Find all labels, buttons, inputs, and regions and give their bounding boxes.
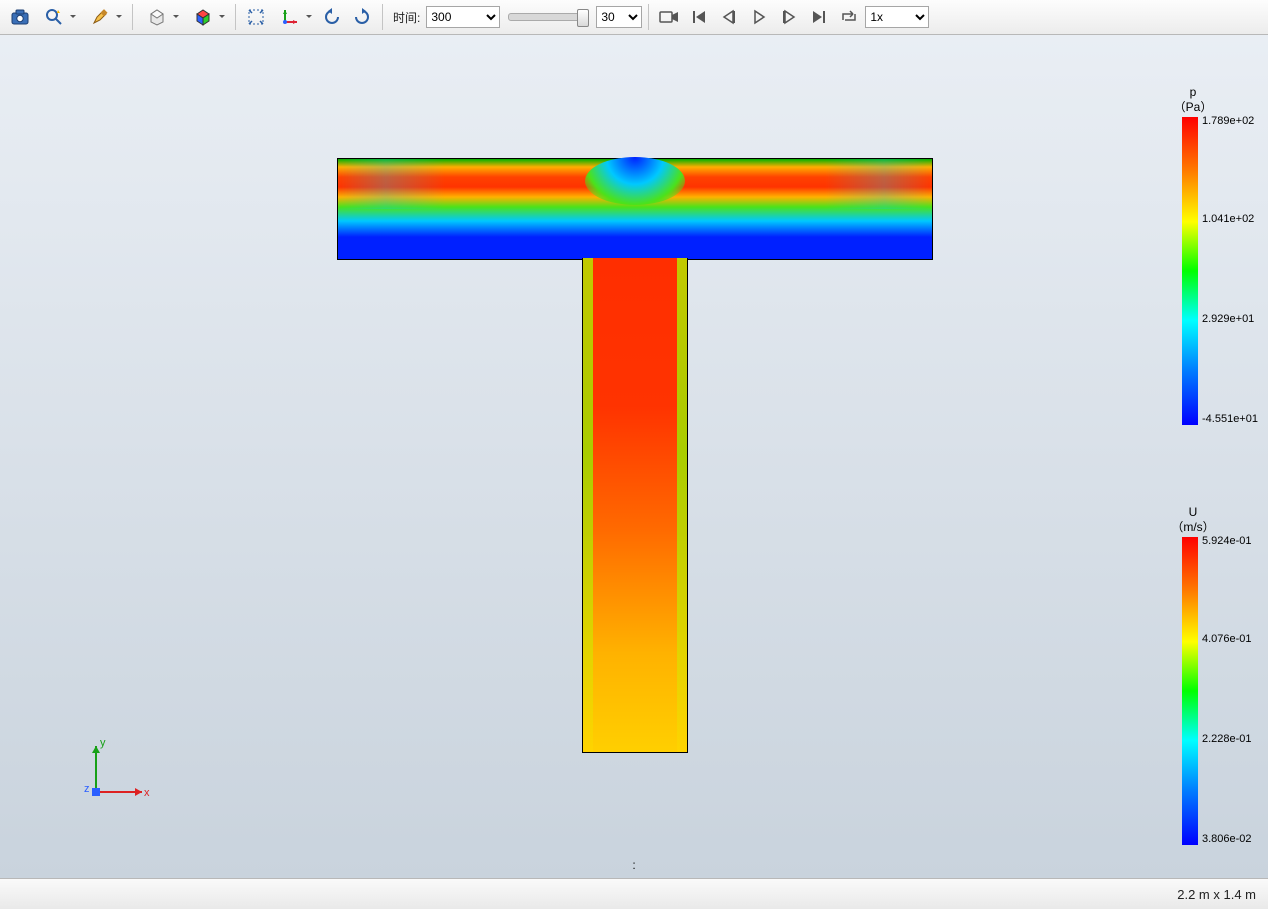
- viewport-colon-label: :: [632, 858, 635, 872]
- legend-velocity: U （m/s） 5.924e-01 4.076e-01 2.228e-01 3.…: [1148, 505, 1238, 845]
- legend-tick: 2.228e-01: [1202, 733, 1252, 745]
- brush-button[interactable]: [82, 3, 126, 31]
- time-select[interactable]: 300: [426, 6, 500, 28]
- legend-tick: 3.806e-02: [1202, 833, 1252, 845]
- colorbar-icon: [1182, 537, 1198, 845]
- colorbar-icon: [1182, 117, 1198, 425]
- legend-tick: 2.929e+01: [1202, 313, 1254, 325]
- svg-text:x: x: [144, 787, 150, 799]
- axes-orientation-button[interactable]: [272, 3, 316, 31]
- zoom-magic-button[interactable]: [36, 3, 80, 31]
- legend-tick: -4.551e+01: [1202, 413, 1258, 425]
- separator: [648, 4, 649, 30]
- orientation-axes-icon: x y z: [80, 736, 152, 808]
- status-bar: 2.2 m x 1.4 m: [0, 878, 1268, 909]
- solid-color-button[interactable]: [139, 3, 183, 31]
- slider-thumb[interactable]: [577, 9, 589, 27]
- prev-frame-button[interactable]: [715, 3, 743, 31]
- legend-pressure: p （Pa） 1.789e+02 1.041e+02 2.929e+01 -4.…: [1148, 85, 1238, 425]
- viewport-3d[interactable]: x y z p （Pa） 1.789e+02 1.041e+02 2.929e+…: [0, 35, 1268, 878]
- screenshot-button[interactable]: [6, 3, 34, 31]
- next-frame-button[interactable]: [775, 3, 803, 31]
- last-frame-button[interactable]: [805, 3, 833, 31]
- play-button[interactable]: [745, 3, 773, 31]
- separator: [382, 4, 383, 30]
- rotate-ccw-button[interactable]: [318, 3, 346, 31]
- simulation-geometry: [337, 158, 931, 752]
- rotate-cw-button[interactable]: [348, 3, 376, 31]
- speed-select[interactable]: 1x: [865, 6, 929, 28]
- status-dimensions: 2.2 m x 1.4 m: [1177, 887, 1256, 902]
- fit-view-button[interactable]: [242, 3, 270, 31]
- separator: [235, 4, 236, 30]
- separator: [132, 4, 133, 30]
- svg-text:z: z: [84, 783, 90, 795]
- geometry-stem: [582, 258, 688, 753]
- legend-tick: 1.041e+02: [1202, 213, 1254, 225]
- record-button[interactable]: [655, 3, 683, 31]
- frame-select[interactable]: 30: [596, 6, 642, 28]
- legend-tick: 4.076e-01: [1202, 633, 1252, 645]
- legend-tick: 5.924e-01: [1202, 535, 1252, 547]
- color-cube-button[interactable]: [185, 3, 229, 31]
- toolbar: 时间: 300 30 1x: [0, 0, 1268, 35]
- loop-button[interactable]: [835, 3, 863, 31]
- time-slider[interactable]: [508, 13, 588, 21]
- time-label: 时间:: [393, 9, 420, 26]
- geometry-top: [337, 158, 933, 260]
- svg-text:y: y: [100, 737, 106, 749]
- legend-tick: 1.789e+02: [1202, 115, 1254, 127]
- legend-pressure-title: p （Pa）: [1148, 85, 1238, 115]
- first-frame-button[interactable]: [685, 3, 713, 31]
- legend-velocity-title: U （m/s）: [1148, 505, 1238, 535]
